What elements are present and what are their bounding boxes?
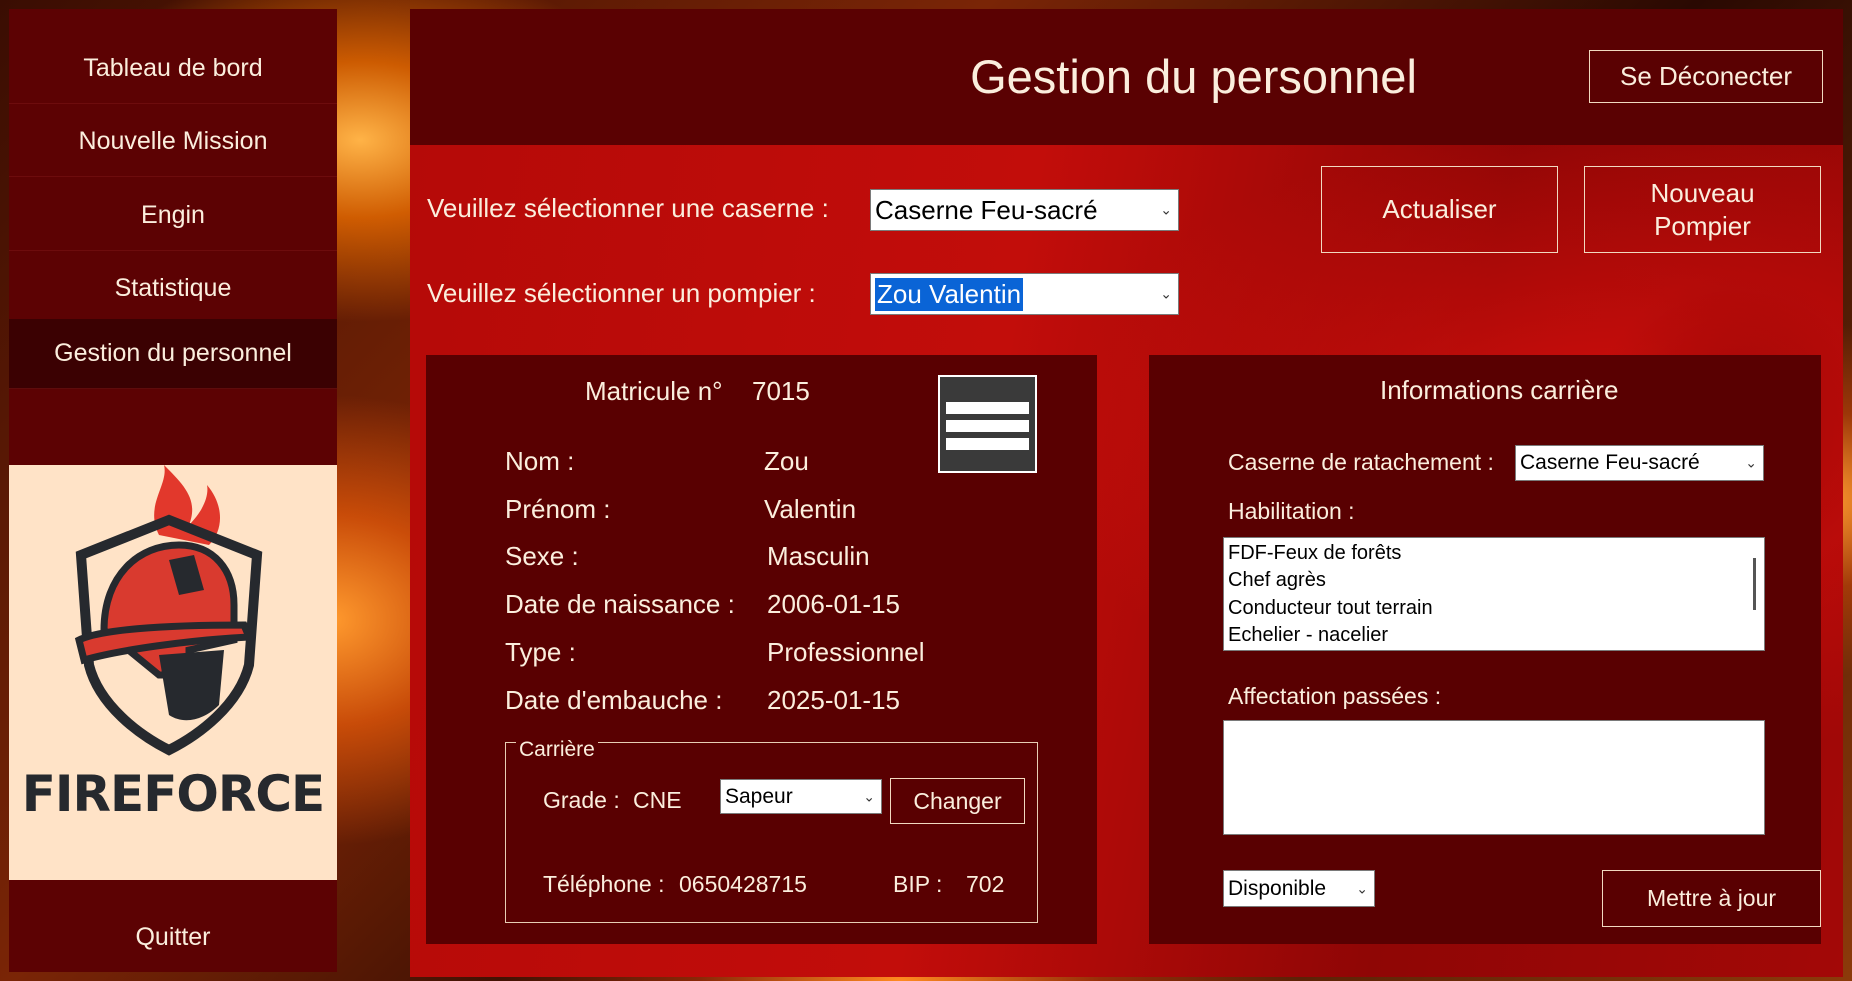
caserne-ratachement-label: Caserne de ratachement : xyxy=(1228,449,1494,475)
caserne-ratachement-select[interactable]: Caserne Feu-sacré ⌄ xyxy=(1515,445,1764,481)
embauche-value: 2025-01-15 xyxy=(767,685,900,715)
grade-code: CNE xyxy=(633,787,682,813)
chevron-down-icon: ⌄ xyxy=(1745,454,1757,471)
chevron-down-icon: ⌄ xyxy=(1356,880,1368,896)
new-firefighter-label-line1: Nouveau xyxy=(1650,178,1755,208)
chevron-down-icon: ⌄ xyxy=(863,788,875,804)
nom-label: Nom : xyxy=(505,446,575,476)
embauche-label: Date d'embauche : xyxy=(505,685,723,715)
affectations-list[interactable] xyxy=(1223,720,1765,835)
hamburger-line xyxy=(946,438,1029,450)
caserne-select[interactable]: Caserne Feu-sacré ⌄ xyxy=(870,189,1179,231)
logout-button[interactable]: Se Déconecter xyxy=(1589,50,1823,103)
page-header: Gestion du personnel Se Déconecter xyxy=(410,9,1843,145)
scrollbar[interactable] xyxy=(1753,558,1756,610)
refresh-button[interactable]: Actualiser xyxy=(1321,166,1558,253)
grade-select-value: Sapeur xyxy=(725,784,793,808)
new-firefighter-label-line2: Pompier xyxy=(1654,210,1751,241)
update-button[interactable]: Mettre à jour xyxy=(1602,870,1821,927)
naissance-value: 2006-01-15 xyxy=(767,589,900,619)
affectations-label: Affectation passées : xyxy=(1228,683,1442,709)
nav-item-engin[interactable]: Engin xyxy=(9,181,337,251)
sidebar: Tableau de bord Nouvelle Mission Engin S… xyxy=(9,9,337,972)
list-item[interactable]: Chef agrès xyxy=(1228,569,1326,592)
pompier-select-value: Zou Valentin xyxy=(875,277,1024,311)
chevron-down-icon: ⌄ xyxy=(1160,285,1172,302)
firefighter-helmet-icon xyxy=(74,465,263,756)
hamburger-line xyxy=(946,402,1029,414)
caserne-ratachement-value: Caserne Feu-sacré xyxy=(1520,451,1700,474)
matricule-value: 7015 xyxy=(752,376,810,406)
menu-button[interactable] xyxy=(938,375,1037,473)
nav-item-tableau-de-bord[interactable]: Tableau de bord xyxy=(9,34,337,104)
status-select[interactable]: Disponible ⌄ xyxy=(1223,870,1375,907)
prenom-label: Prénom : xyxy=(505,494,611,524)
bip-value: 702 xyxy=(966,871,1005,897)
habilitation-label: Habilitation : xyxy=(1228,498,1355,524)
career-info-title: Informations carrière xyxy=(1380,375,1619,405)
telephone-value: 0650428715 xyxy=(679,871,807,897)
sexe-label: Sexe : xyxy=(505,541,579,571)
bip-label: BIP : xyxy=(893,871,943,897)
hamburger-line xyxy=(946,420,1029,432)
chevron-down-icon: ⌄ xyxy=(1160,201,1172,218)
new-firefighter-button[interactable]: Nouveau Pompier xyxy=(1584,166,1821,253)
list-item[interactable]: Echelier - nacelier xyxy=(1228,624,1388,647)
pompier-select-label: Veuillez sélectionner un pompier : xyxy=(427,278,816,308)
sexe-value: Masculin xyxy=(767,541,870,571)
type-value: Professionnel xyxy=(767,637,925,667)
status-select-value: Disponible xyxy=(1228,876,1327,900)
quit-button[interactable]: Quitter xyxy=(9,902,337,972)
nav-item-gestion-du-personnel[interactable]: Gestion du personnel xyxy=(9,319,337,389)
naissance-label: Date de naissance : xyxy=(505,589,735,619)
nav-item-statistique[interactable]: Statistique xyxy=(9,254,337,324)
nom-value: Zou xyxy=(764,446,809,476)
caserne-select-label: Veuillez sélectionner une caserne : xyxy=(427,193,829,223)
caserne-select-value: Caserne Feu-sacré xyxy=(875,194,1098,225)
type-label: Type : xyxy=(505,637,576,667)
change-grade-button[interactable]: Changer xyxy=(890,778,1025,824)
grade-select[interactable]: Sapeur ⌄ xyxy=(720,779,882,814)
list-item[interactable]: Conducteur tout terrain xyxy=(1228,597,1433,620)
refresh-button-label: Actualiser xyxy=(1382,194,1497,225)
list-item[interactable]: FDF-Feux de forêts xyxy=(1228,542,1401,565)
pompier-select[interactable]: Zou Valentin ⌄ xyxy=(870,273,1179,315)
prenom-value: Valentin xyxy=(764,494,857,524)
habilitation-list[interactable]: FDF-Feux de forêts Chef agrès Conducteur… xyxy=(1223,537,1765,651)
carriere-legend: Carrière xyxy=(516,738,598,762)
grade-label: Grade : xyxy=(543,787,620,813)
fireforce-logo: FIREFORCE xyxy=(9,465,337,880)
telephone-label: Téléphone : xyxy=(543,871,665,897)
matricule-label: Matricule n° xyxy=(585,376,723,406)
nav-item-nouvelle-mission[interactable]: Nouvelle Mission xyxy=(9,107,337,177)
logo-text: FIREFORCE xyxy=(21,765,325,823)
